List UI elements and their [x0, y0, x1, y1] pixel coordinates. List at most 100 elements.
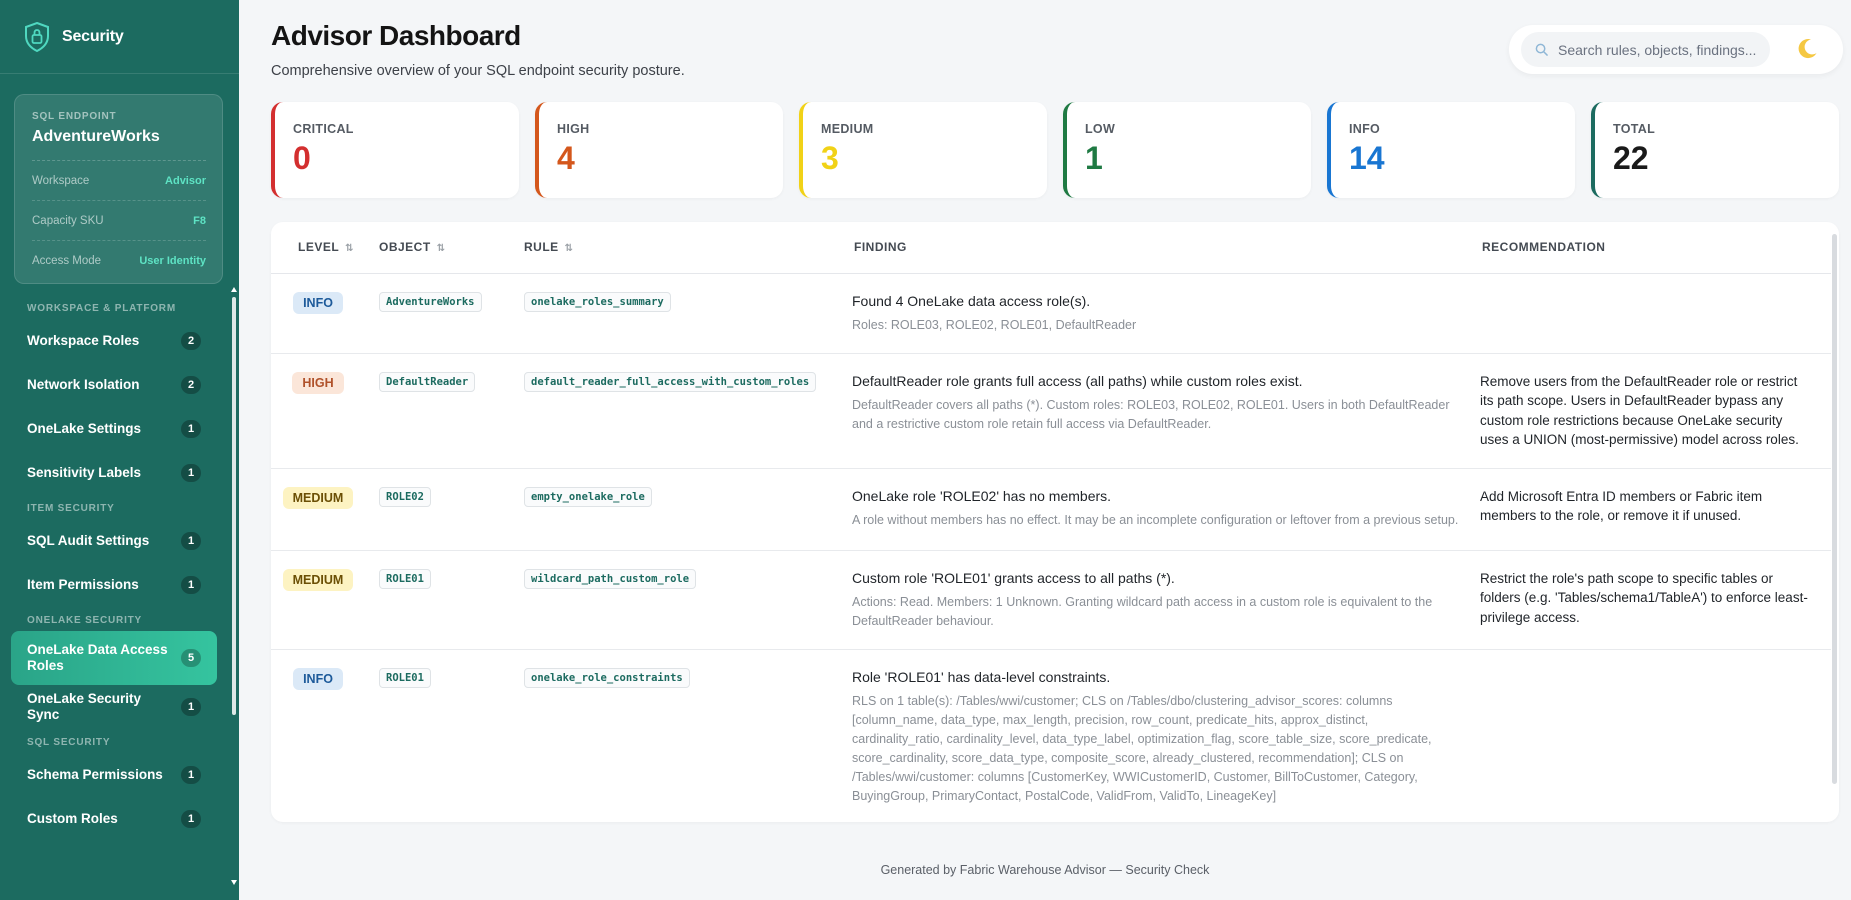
- search-box[interactable]: [1521, 32, 1770, 67]
- object-code: ROLE01: [379, 568, 431, 589]
- endpoint-info-value: User Identity: [139, 255, 206, 267]
- table-row: INFO ROLE01 onelake_role_constraints Role '…: [271, 649, 1831, 822]
- sidebar-item-workspace-roles[interactable]: Workspace Roles 2: [11, 319, 217, 363]
- object-code: ROLE01: [379, 667, 431, 688]
- nav-section-title: WORKSPACE & PLATFORM: [27, 303, 176, 314]
- rule-cell: onelake_role_constraints: [510, 649, 852, 822]
- sidebar-item-sensitivity-labels[interactable]: Sensitivity Labels 1: [11, 451, 217, 495]
- table-row: HIGH DefaultReader default_reader_full_acc…: [271, 353, 1831, 469]
- sidebar-scroll-thumb[interactable]: [232, 297, 236, 715]
- level-badge: HIGH: [292, 371, 344, 394]
- rule-cell: empty_onelake_role: [510, 468, 852, 551]
- column-header-rule[interactable]: RULE ⇅: [510, 222, 852, 274]
- object-cell: DefaultReader: [365, 353, 510, 469]
- nav-section-title: SQL SECURITY: [27, 737, 111, 748]
- sidebar-item-label: OneLake Settings: [27, 421, 142, 436]
- sidebar-item-label: Sensitivity Labels: [27, 465, 142, 480]
- level-cell: HIGH: [271, 353, 365, 469]
- finding-title: OneLake role 'ROLE02' has no members.: [852, 487, 1112, 504]
- brand-title: Security: [62, 27, 124, 45]
- summary-card-label: INFO: [1349, 122, 1381, 136]
- sidebar-item-label: OneLake Security Sync: [27, 691, 142, 722]
- object-cell: ROLE02: [365, 468, 510, 551]
- column-header-level[interactable]: LEVEL ⇅: [271, 222, 365, 274]
- main-content: Advisor Dashboard Comprehensive overview…: [239, 0, 1851, 900]
- finding-cell: DefaultReader role grants full access (a…: [852, 353, 1480, 469]
- column-header-object[interactable]: OBJECT ⇅: [365, 222, 510, 274]
- footer-text: Generated by Fabric Warehouse Advisor — …: [880, 863, 1210, 877]
- column-header-label: LEVEL: [298, 240, 340, 255]
- summary-card-medium[interactable]: MEDIUM 3: [799, 102, 1047, 198]
- object-code: ROLE02: [379, 486, 431, 507]
- finding-title: Role 'ROLE01' has data-level constraints…: [852, 668, 1111, 685]
- summary-card-label: CRITICAL: [293, 122, 354, 136]
- recommendation-cell: Remove users from the DefaultReader role…: [1480, 353, 1831, 469]
- sidebar-item-onelake-settings[interactable]: OneLake Settings 1: [11, 407, 217, 451]
- count-badge: 1: [181, 532, 201, 550]
- column-header-label: RECOMMENDATION: [1482, 240, 1606, 255]
- shield-lock-icon: [25, 21, 49, 52]
- finding-cell: Custom role 'ROLE01' grants access to al…: [852, 550, 1480, 650]
- sidebar-item-label: Network Isolation: [27, 377, 140, 392]
- finding-cell: Found 4 OneLake data access role(s). Role…: [852, 273, 1480, 354]
- summary-card-low[interactable]: LOW 1: [1063, 102, 1311, 198]
- rule-cell: wildcard_path_custom_role: [510, 550, 852, 650]
- search-input[interactable]: [1558, 41, 1758, 58]
- sidebar-item-label: Custom Roles: [27, 811, 118, 826]
- object-code: DefaultReader: [379, 371, 476, 392]
- endpoint-info-key: Workspace: [32, 174, 90, 187]
- endpoint-info-key: Access Mode: [32, 255, 102, 267]
- sidebar-item-schema-permissions[interactable]: Schema Permissions 1: [11, 753, 217, 797]
- sidebar-item-sql-audit-settings[interactable]: SQL Audit Settings 1: [11, 519, 217, 563]
- column-header-label: FINDING: [854, 240, 907, 255]
- summary-card-label: MEDIUM: [821, 122, 874, 136]
- summary-card-value: 14: [1349, 140, 1385, 176]
- finding-title: DefaultReader role grants full access (a…: [852, 372, 1303, 389]
- count-badge: 1: [181, 420, 201, 438]
- column-header-recommendation: RECOMMENDATION: [1480, 222, 1831, 274]
- endpoint-label: SQL ENDPOINT: [32, 111, 117, 122]
- top-toolbar: [1509, 25, 1843, 74]
- sidebar-item-onelake-data-access-roles[interactable]: OneLake Data Access Roles 5: [11, 631, 217, 685]
- object-cell: AdventureWorks: [365, 273, 510, 354]
- sidebar-item-label: Workspace Roles: [27, 333, 140, 348]
- table-scrollbar[interactable]: [1832, 234, 1837, 784]
- brand[interactable]: Security: [0, 0, 239, 74]
- finding-detail: RLS on 1 table(s): /Tables/wwi/customer;…: [852, 693, 1432, 803]
- summary-card-total[interactable]: TOTAL 22: [1591, 102, 1839, 198]
- sidebar-item-custom-roles[interactable]: Custom Roles 1: [11, 797, 217, 841]
- endpoint-info-row: Access Mode User Identity: [32, 241, 206, 281]
- table-row: INFO AdventureWorks onelake_roles_summary F…: [271, 273, 1831, 354]
- level-badge: INFO: [293, 667, 343, 690]
- rule-code: onelake_role_constraints: [524, 667, 690, 688]
- count-badge: 1: [181, 698, 201, 716]
- endpoint-info-value: Advisor: [165, 174, 206, 187]
- finding-title: Found 4 OneLake data access role(s).: [852, 292, 1091, 309]
- summary-card-critical[interactable]: CRITICAL 0: [271, 102, 519, 198]
- count-badge: 1: [181, 766, 201, 784]
- count-badge: 2: [181, 376, 201, 394]
- summary-card-label: TOTAL: [1613, 122, 1656, 136]
- sidebar-item-network-isolation[interactable]: Network Isolation 2: [11, 363, 217, 407]
- summary-card-info[interactable]: INFO 14: [1327, 102, 1575, 198]
- sidebar-item-onelake-security-sync[interactable]: OneLake Security Sync 1: [11, 685, 217, 729]
- sort-icon[interactable]: ⇅: [565, 243, 574, 254]
- summary-card-value: 1: [1085, 140, 1103, 176]
- moon-icon[interactable]: [1794, 36, 1820, 62]
- summary-card-label: HIGH: [557, 122, 590, 136]
- summary-card-label: LOW: [1085, 122, 1116, 136]
- sort-icon[interactable]: ⇅: [437, 243, 446, 254]
- sort-icon[interactable]: ⇅: [345, 243, 354, 254]
- summary-card-value: 22: [1613, 140, 1649, 176]
- summary-cards: CRITICAL 0 HIGH 4 MEDIUM 3 LOW 1 INFO 14 TOTAL 22: [271, 102, 1839, 198]
- finding-title: Custom role 'ROLE01' grants access to al…: [852, 569, 1175, 586]
- endpoint-info-value: F8: [193, 214, 206, 227]
- sidebar-scrollbar[interactable]: [231, 287, 237, 887]
- table-row: MEDIUM ROLE02 empty_onelake_role OneLake ro…: [271, 468, 1831, 551]
- scroll-up-arrow-icon[interactable]: [231, 287, 237, 292]
- sidebar-item-item-permissions[interactable]: Item Permissions 1: [11, 563, 217, 607]
- scroll-down-arrow-icon[interactable]: [231, 880, 237, 885]
- summary-card-high[interactable]: HIGH 4: [535, 102, 783, 198]
- count-badge: 1: [181, 464, 201, 482]
- column-header-finding: FINDING: [852, 222, 1480, 274]
